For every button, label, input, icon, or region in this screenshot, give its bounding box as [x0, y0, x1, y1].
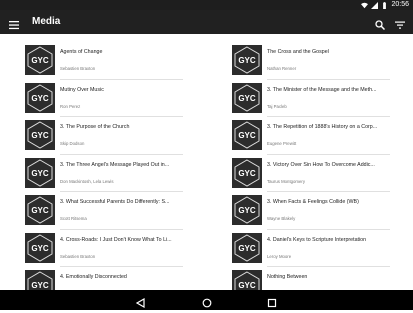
home-button[interactable]: [202, 295, 212, 308]
item-title: Agents of Change: [60, 49, 103, 55]
wifi-icon: [361, 2, 369, 8]
back-icon: [135, 297, 145, 309]
gyc-thumbnail: GYC: [232, 120, 262, 150]
item-title: 3. What Successful Parents Do Differentl…: [60, 199, 170, 205]
gyc-thumbnail: GYC: [232, 232, 262, 263]
item-title: Mutiny Over Music: [60, 86, 104, 93]
media-list: GYC Agents of Change Sebastien Braxton GY…: [0, 34, 413, 290]
media-column-right: GYC The Cross and the Gospel Nathan Renne…: [232, 42, 390, 290]
svg-text:GYC: GYC: [31, 56, 49, 65]
recents-icon: [267, 298, 277, 308]
back-button[interactable]: [135, 295, 146, 309]
gyc-thumbnail: GYC: [25, 195, 55, 225]
menu-icon: [9, 21, 19, 30]
list-item[interactable]: GYC 3. The Purpose of the Church Skip Dod…: [25, 117, 183, 155]
menu-button[interactable]: [9, 17, 19, 30]
item-title: 3. The Purpose of the Church: [60, 124, 130, 130]
battery-icon: [383, 1, 387, 9]
svg-text:GYC: GYC: [31, 206, 49, 215]
search-icon: [375, 20, 386, 31]
svg-text:GYC: GYC: [238, 169, 256, 178]
gyc-thumbnail: GYC: [25, 120, 55, 150]
item-speaker: Scott Ritsema: [60, 216, 87, 221]
svg-text:GYC: GYC: [238, 244, 256, 253]
list-item[interactable]: GYC 4. Cross-Roads: I Just Don't Know Wh…: [25, 230, 183, 267]
item-speaker: Nathan Renner: [267, 66, 297, 71]
filter-button[interactable]: [395, 17, 405, 29]
item-title: 4. Daniel's Keys to Scripture Interpreta…: [267, 236, 367, 243]
media-column-left: GYC Agents of Change Sebastien Braxton GY…: [25, 42, 183, 290]
item-title: 4. Emotionally Disconnected: [60, 274, 127, 280]
svg-text:GYC: GYC: [238, 131, 256, 140]
gyc-thumbnail: GYC: [232, 82, 262, 113]
list-item[interactable]: GYC 3. Victory Over Sin How To Overcome …: [232, 155, 390, 192]
list-item[interactable]: GYC 3. The Three Angel's Message Played …: [25, 155, 183, 192]
gyc-thumbnail: GYC: [25, 157, 55, 188]
status-bar: 20:56: [0, 0, 413, 10]
item-speaker: Sebastien Braxton: [60, 253, 96, 259]
item-title: 3. The Repetition of 1888's History on a…: [267, 124, 378, 130]
gyc-thumbnail: GYC: [25, 270, 55, 290]
svg-text:GYC: GYC: [238, 206, 256, 215]
list-item[interactable]: GYC 3. When Facts & Feelings Collide (WB…: [232, 192, 390, 230]
svg-text:GYC: GYC: [31, 281, 49, 290]
item-speaker: Wayne Blakely: [267, 216, 296, 221]
gyc-thumbnail: GYC: [232, 195, 262, 225]
svg-text:GYC: GYC: [31, 131, 49, 140]
navigation-bar: [0, 290, 413, 310]
search-button[interactable]: [375, 17, 386, 31]
item-title: Nothing Between: [267, 274, 308, 280]
list-item[interactable]: GYC Mutiny Over Music Ron Perez: [25, 80, 183, 117]
svg-text:GYC: GYC: [31, 169, 49, 178]
list-item[interactable]: GYC 4. Daniel's Keys to Scripture Interp…: [232, 230, 390, 267]
list-item[interactable]: GYC Nothing Between: [232, 267, 390, 290]
list-item[interactable]: GYC 3. The Minister of the Message and t…: [232, 80, 390, 117]
gyc-thumbnail: GYC: [25, 232, 55, 263]
app-bar: Media: [0, 10, 413, 34]
svg-text:GYC: GYC: [31, 244, 49, 253]
svg-text:GYC: GYC: [238, 56, 256, 65]
gyc-thumbnail: GYC: [232, 45, 262, 75]
item-speaker: Ron Perez: [60, 103, 81, 109]
gyc-thumbnail: GYC: [25, 45, 55, 75]
recents-button[interactable]: [267, 295, 277, 308]
item-title: 3. The Minister of the Message and the M…: [267, 86, 377, 93]
item-title: The Cross and the Gospel: [267, 49, 329, 55]
item-title: 3. The Three Angel's Message Played Out …: [60, 161, 170, 168]
filter-icon: [395, 21, 405, 29]
item-speaker: Skip Dodson: [60, 141, 85, 146]
list-item[interactable]: GYC The Cross and the Gospel Nathan Renne…: [232, 42, 390, 80]
signal-icon: [371, 1, 379, 9]
item-title: 3. When Facts & Feelings Collide (WB): [267, 199, 359, 205]
svg-text:GYC: GYC: [238, 94, 256, 103]
item-speaker: Eugene Prewitt: [267, 141, 297, 146]
list-item[interactable]: GYC 3. The Repetition of 1888's History …: [232, 117, 390, 155]
item-speaker: Taj Pacleb: [267, 103, 287, 109]
gyc-thumbnail: GYC: [25, 82, 55, 113]
page-title: Media: [32, 16, 61, 27]
svg-text:GYC: GYC: [31, 94, 49, 103]
item-speaker: Leroy Moore: [267, 253, 292, 259]
list-item[interactable]: GYC 3. What Successful Parents Do Differ…: [25, 192, 183, 230]
list-item[interactable]: GYC 4. Emotionally Disconnected: [25, 267, 183, 290]
home-icon: [202, 298, 212, 308]
status-time: 20:56: [391, 1, 409, 8]
item-title: 3. Victory Over Sin How To Overcome Addi…: [267, 161, 375, 168]
item-speaker: Taurus Montgomery: [267, 178, 305, 184]
gyc-thumbnail: GYC: [232, 270, 262, 290]
item-title: 4. Cross-Roads: I Just Don't Know What T…: [60, 236, 172, 243]
list-item[interactable]: GYC Agents of Change Sebastien Braxton: [25, 42, 183, 80]
svg-text:GYC: GYC: [238, 281, 256, 290]
item-speaker: Don Mackintosh, Lela Lewis: [60, 178, 114, 184]
gyc-thumbnail: GYC: [232, 157, 262, 188]
item-speaker: Sebastien Braxton: [60, 66, 96, 71]
